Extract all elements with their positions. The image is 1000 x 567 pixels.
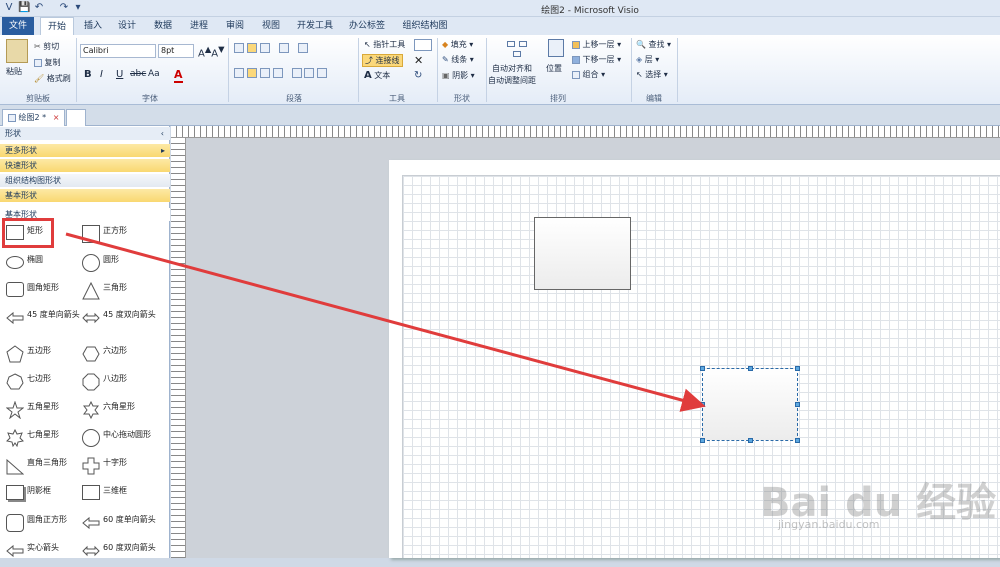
baidu-watermark-url: jingyan.baidu.com xyxy=(778,518,880,531)
